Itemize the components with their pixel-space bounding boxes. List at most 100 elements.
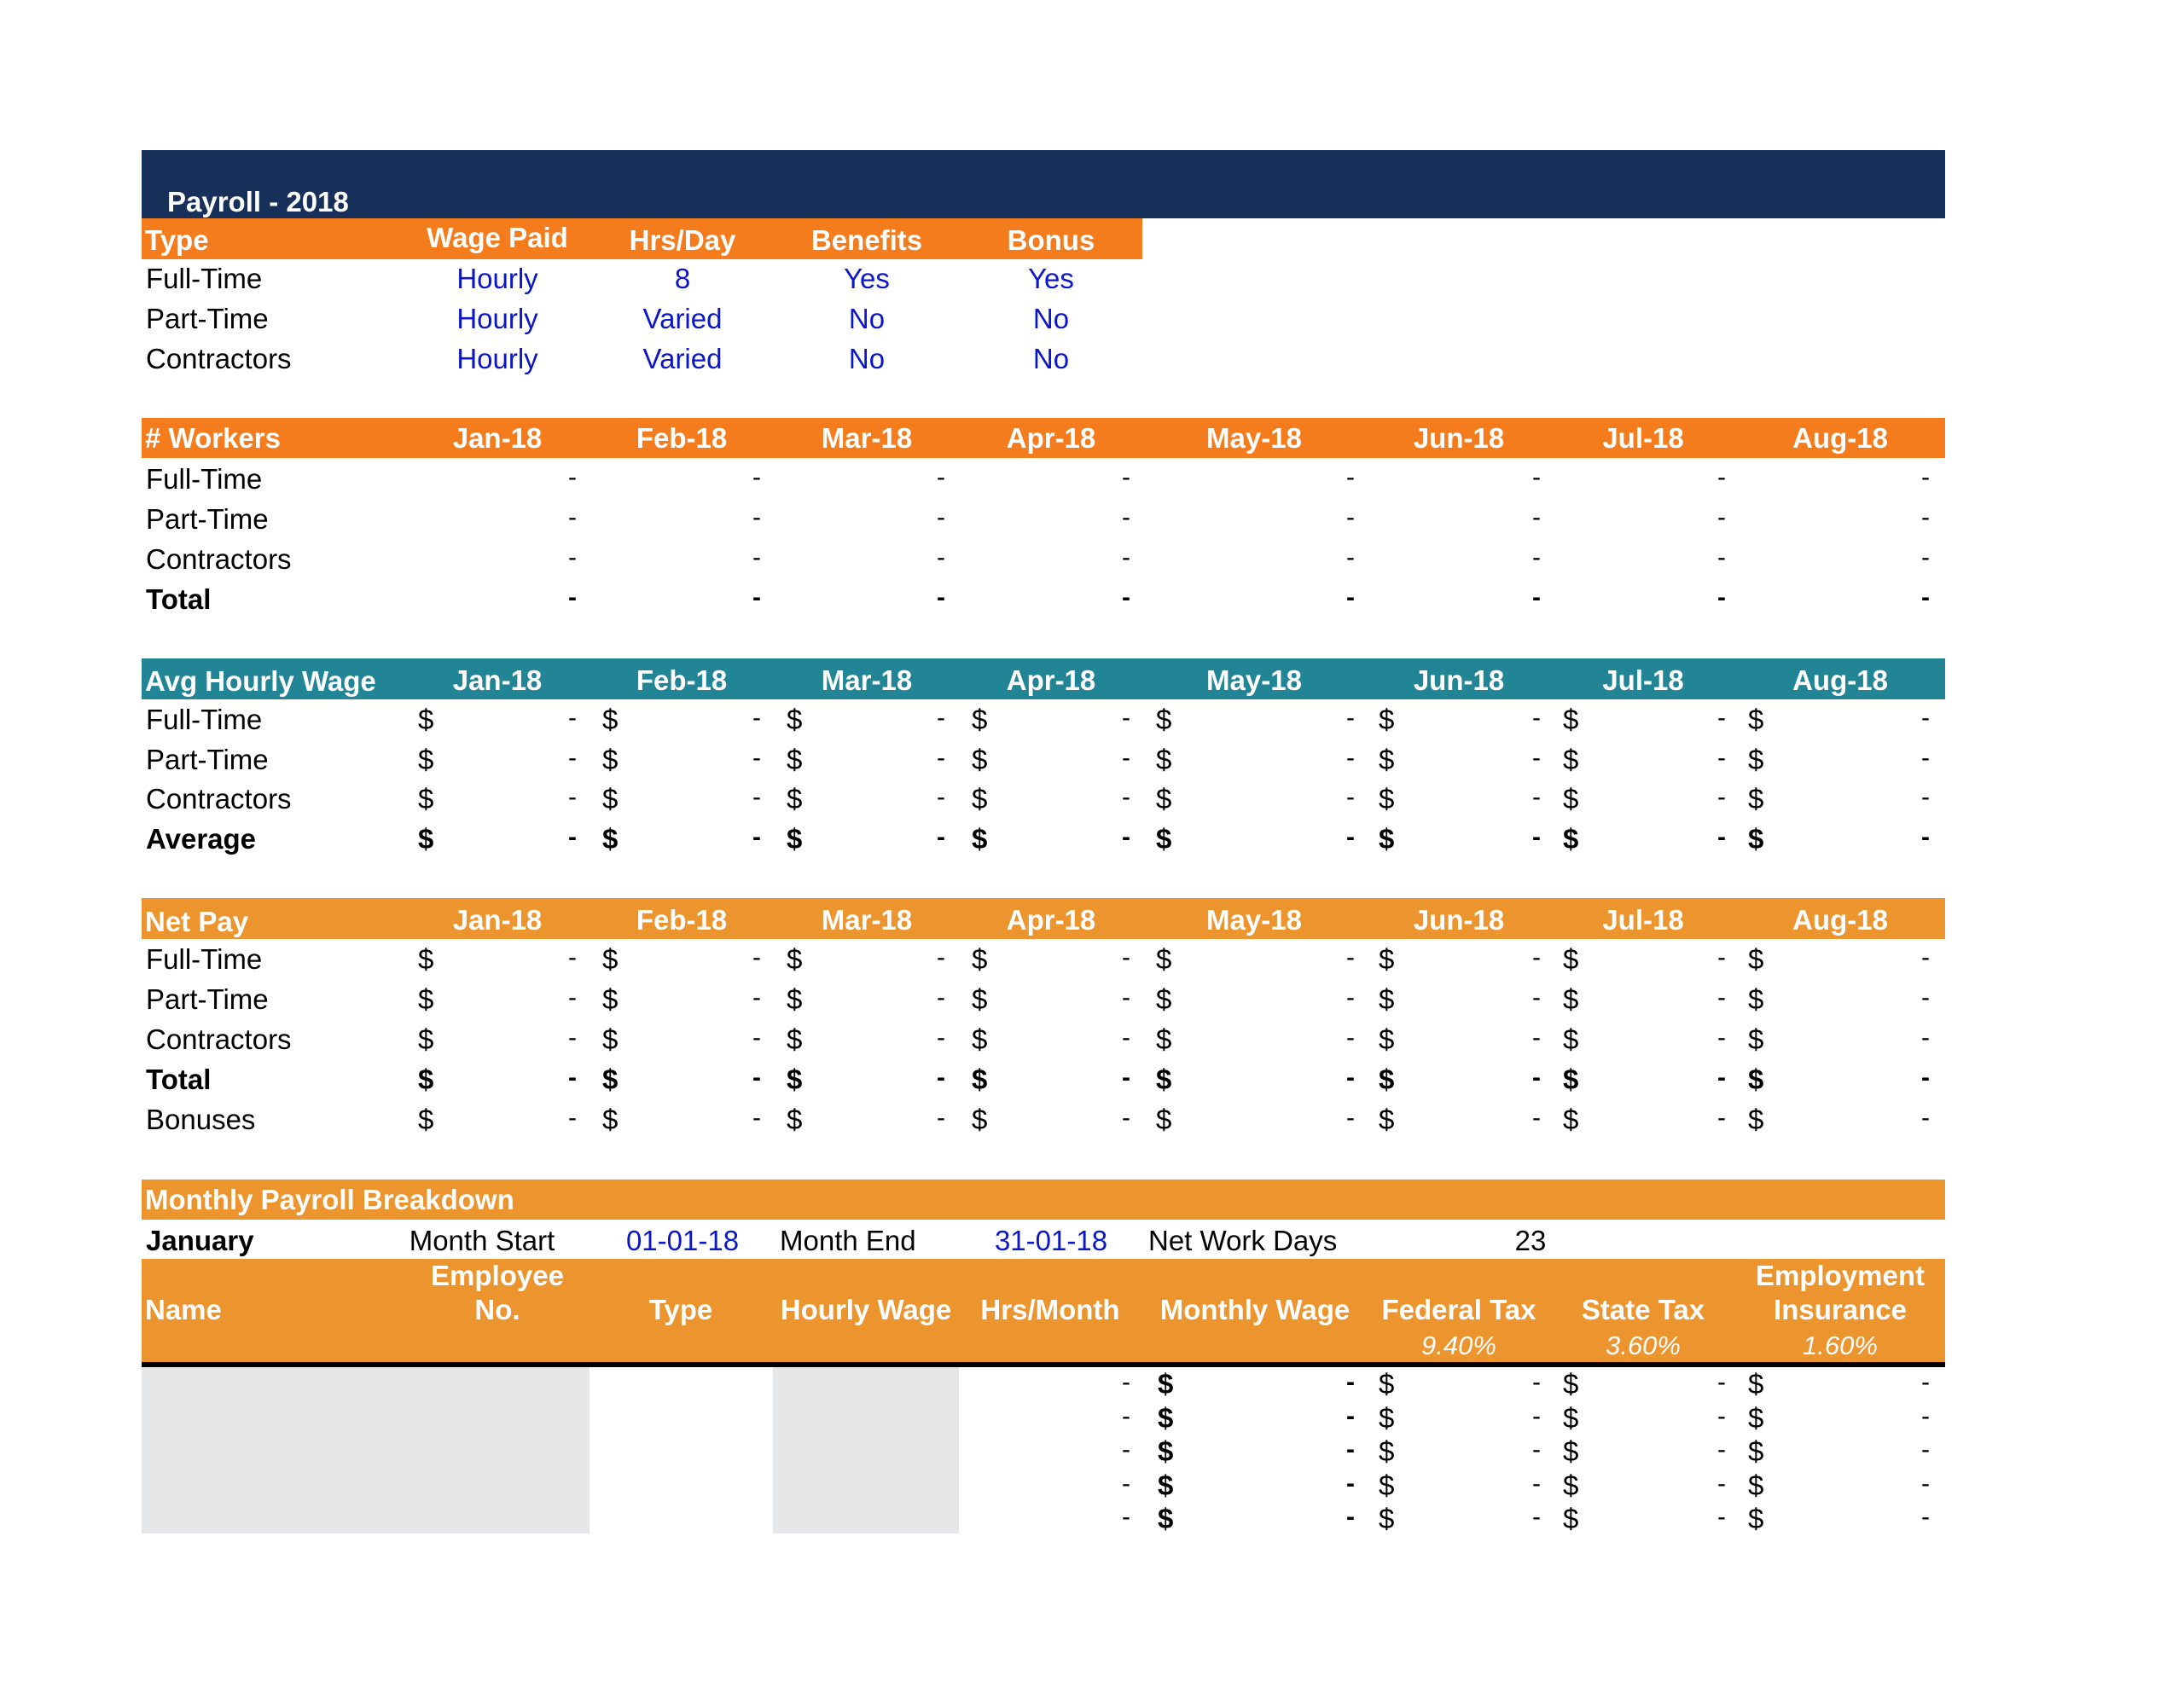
row-label: Bonuses (146, 1104, 256, 1135)
month-header: May-18 (1206, 664, 1302, 696)
cell-value: - (1717, 1104, 1726, 1132)
cell-value: - (1122, 1064, 1130, 1092)
net-work-days-label: Net Work Days (1148, 1225, 1338, 1256)
type-label: Contractors (146, 343, 292, 374)
row-label: Full-Time (146, 463, 263, 495)
currency-symbol: $ (972, 1023, 988, 1055)
currency-symbol: $ (1563, 1368, 1579, 1400)
breakdown-month: January (146, 1225, 254, 1256)
cell-value: - (937, 543, 945, 571)
benefits-value[interactable]: No (849, 304, 885, 333)
currency-symbol: $ (787, 822, 803, 855)
col-name: Name (145, 1294, 222, 1325)
page-title: Payroll - 2018 (167, 186, 349, 217)
type-header-type: Type (145, 224, 209, 256)
cell-value: - (1122, 583, 1130, 612)
state-tax-rate: 3.60% (1606, 1330, 1681, 1360)
federal-tax-value: - (1532, 1469, 1541, 1498)
month-header: Jan-18 (452, 664, 543, 696)
benefits-value[interactable]: Yes (844, 264, 890, 293)
currency-symbol: $ (1379, 1401, 1395, 1434)
currency-symbol: $ (418, 783, 434, 815)
cell-value: - (1122, 704, 1130, 732)
cell-value: - (1122, 822, 1130, 851)
currency-symbol: $ (1158, 1503, 1174, 1534)
cell-value: - (568, 743, 577, 772)
row-label: Full-Time (146, 943, 263, 975)
currency-symbol: $ (418, 1023, 434, 1055)
net-pay-header: Net Pay Jan-18 Feb-18 Mar-18 Apr-18 May-18 Ju… (142, 898, 1945, 939)
month-header: Jun-18 (1413, 422, 1505, 454)
bonus-value[interactable]: Yes (1028, 264, 1074, 293)
month-start-label: Month Start (409, 1225, 555, 1256)
month-header: Jul-18 (1602, 904, 1684, 936)
cell-value: - (1532, 783, 1541, 811)
type-header-hrs-day: Hrs/Day (629, 224, 736, 256)
currency-symbol: $ (602, 1064, 619, 1095)
currency-symbol: $ (972, 1104, 988, 1135)
avg-wage-header: Avg Hourly Wage Jan-18 Feb-18 Mar-18 Apr-18… (142, 658, 1945, 699)
currency-symbol: $ (972, 943, 988, 975)
benefits-value[interactable]: No (849, 345, 885, 373)
cell-value: - (937, 783, 945, 811)
month-header: Jul-18 (1602, 422, 1684, 454)
currency-symbol: $ (1563, 783, 1579, 815)
currency-symbol: $ (1563, 822, 1579, 855)
currency-symbol: $ (1156, 943, 1172, 975)
hourly-wage-input-area[interactable] (773, 1367, 959, 1533)
hrs-day-value[interactable]: Varied (643, 345, 723, 373)
cell-value: - (1717, 463, 1726, 491)
cell-value: - (752, 943, 761, 971)
currency-symbol: $ (1379, 1064, 1395, 1095)
currency-symbol: $ (1748, 1469, 1764, 1501)
wage-paid-value[interactable]: Hourly (456, 264, 537, 293)
currency-symbol: $ (1563, 1023, 1579, 1055)
cell-value: - (568, 503, 577, 531)
cell-value: - (1346, 704, 1355, 732)
month-end-value[interactable]: 31-01-18 (995, 1226, 1107, 1255)
currency-symbol: $ (602, 1104, 619, 1135)
cell-value: - (1717, 503, 1726, 531)
month-end-label: Month End (780, 1225, 916, 1256)
cell-value: - (752, 783, 761, 811)
cell-value: - (752, 543, 761, 571)
cell-value: - (752, 463, 761, 491)
col-state-tax: State Tax (1581, 1294, 1705, 1325)
hrs-day-value[interactable]: 8 (675, 264, 690, 293)
wage-paid-value[interactable]: Hourly (456, 345, 537, 373)
cell-value: - (1346, 822, 1355, 851)
cell-value: - (1346, 1064, 1355, 1092)
currency-symbol: $ (1156, 822, 1172, 855)
cell-value: - (752, 503, 761, 531)
name-input-area[interactable] (142, 1367, 590, 1533)
cell-value: - (1532, 583, 1541, 612)
month-start-value[interactable]: 01-01-18 (626, 1226, 739, 1255)
row-label: Average (146, 822, 257, 855)
month-header: May-18 (1206, 904, 1302, 936)
month-header: Mar-18 (821, 664, 913, 696)
currency-symbol: $ (1748, 822, 1764, 855)
cell-value: - (1532, 743, 1541, 772)
currency-symbol: $ (418, 943, 434, 975)
cell-value: - (937, 583, 945, 612)
currency-symbol: $ (1748, 743, 1764, 775)
wage-paid-value[interactable]: Hourly (456, 304, 537, 333)
cell-value: - (1122, 543, 1130, 571)
cell-value: - (937, 822, 945, 851)
bonus-value[interactable]: No (1033, 304, 1069, 333)
currency-symbol: $ (787, 1064, 803, 1095)
cell-value: - (1346, 943, 1355, 971)
cell-value: - (752, 1023, 761, 1052)
currency-symbol: $ (787, 943, 803, 975)
month-header: May-18 (1206, 422, 1302, 454)
bonus-value[interactable]: No (1033, 345, 1069, 373)
currency-symbol: $ (418, 822, 434, 855)
month-header: Feb-18 (636, 664, 728, 696)
currency-symbol: $ (1563, 1503, 1579, 1534)
hrs-day-value[interactable]: Varied (643, 304, 723, 333)
breakdown-header: Monthly Payroll Breakdown (142, 1180, 1945, 1220)
currency-symbol: $ (418, 983, 434, 1015)
cell-value: - (1921, 822, 1930, 851)
month-header: Aug-18 (1792, 904, 1888, 936)
currency-symbol: $ (1748, 1064, 1764, 1095)
